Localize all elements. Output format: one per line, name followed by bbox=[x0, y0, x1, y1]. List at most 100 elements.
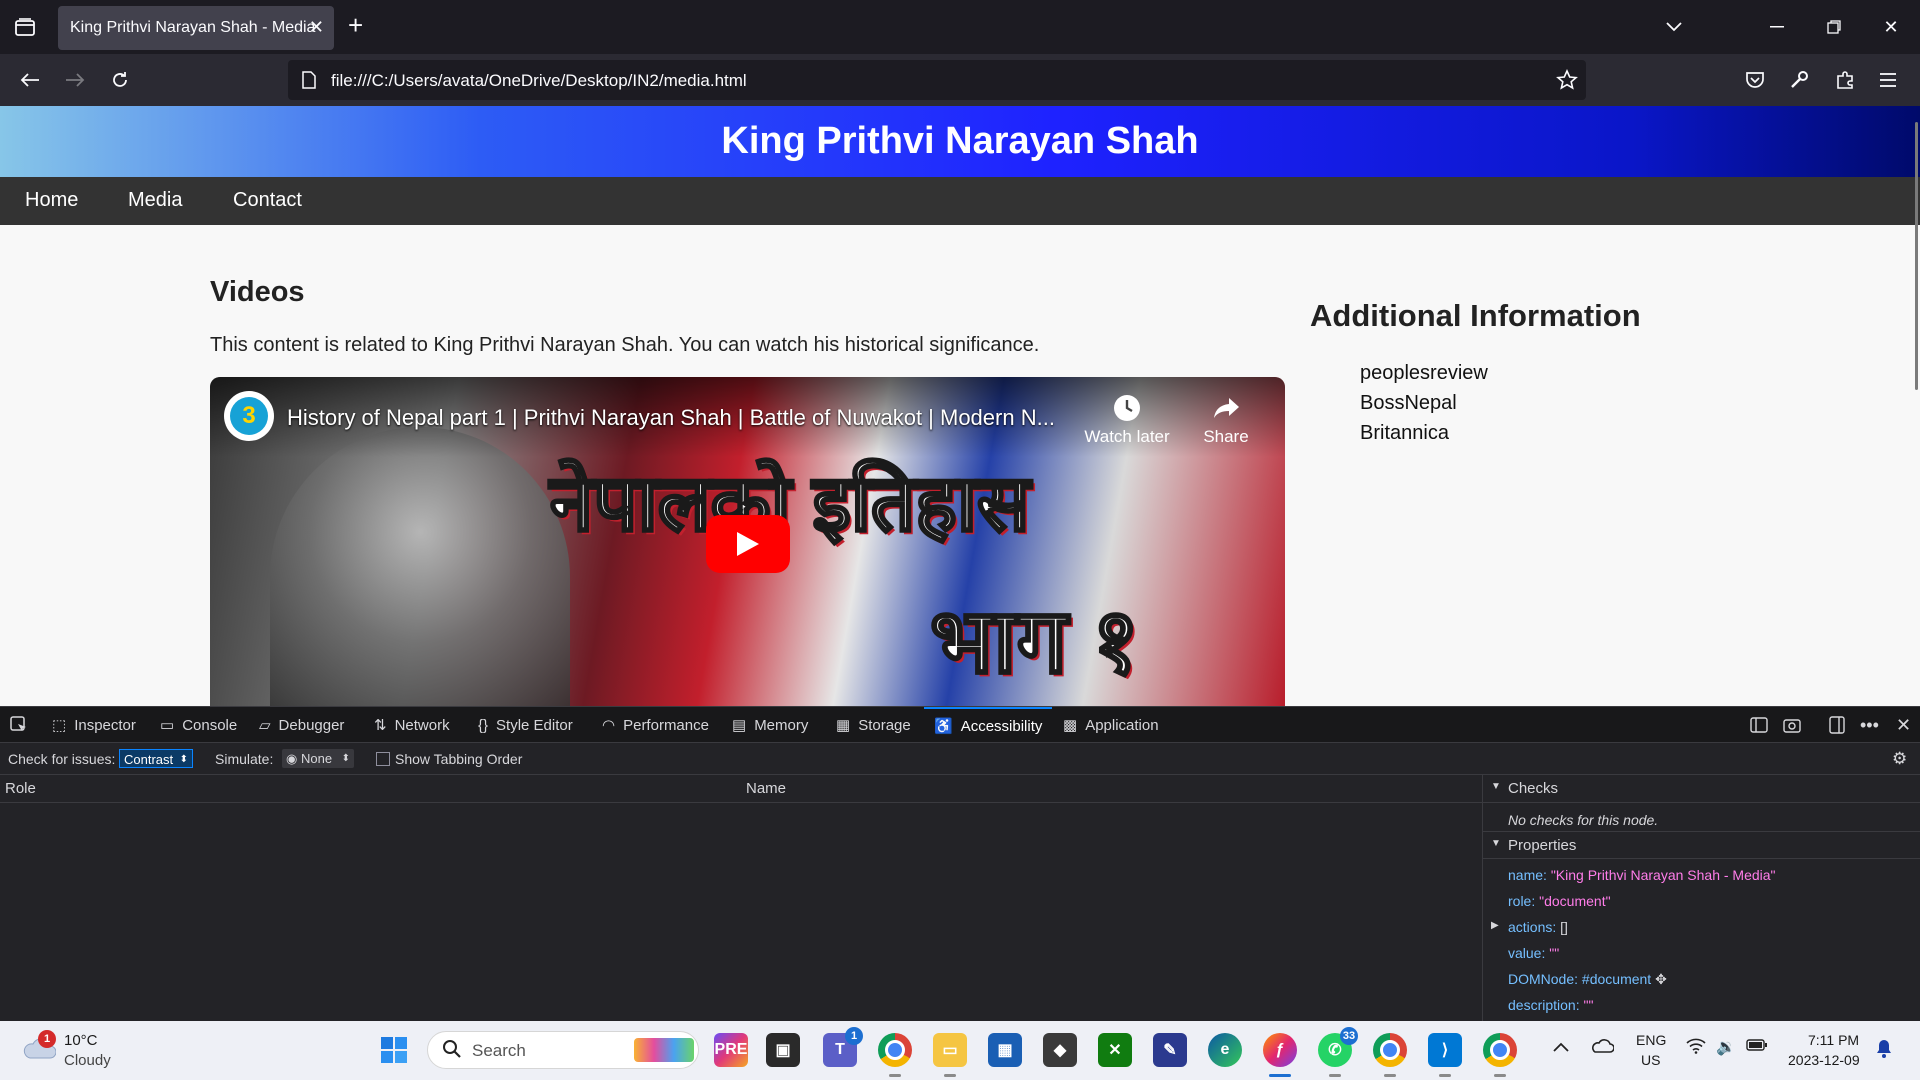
chrome-second-icon[interactable] bbox=[1483, 1033, 1517, 1077]
new-tab-icon[interactable]: + bbox=[348, 12, 363, 38]
clock-date[interactable]: 2023-12-09 bbox=[1788, 1052, 1860, 1068]
tab-console-label: Console bbox=[182, 716, 238, 734]
minimize-icon[interactable] bbox=[1763, 14, 1791, 40]
application-icon: ▩ bbox=[1063, 717, 1078, 734]
close-tab-icon[interactable]: ✕ bbox=[309, 18, 324, 36]
taskbar-search[interactable]: Search bbox=[427, 1031, 699, 1069]
task-view-icon[interactable]: ▣ bbox=[766, 1033, 800, 1067]
pocket-icon[interactable] bbox=[1741, 66, 1769, 94]
reload-icon[interactable] bbox=[106, 66, 134, 94]
check-issues-select[interactable]: Contrast ⬍ bbox=[119, 749, 193, 768]
accessibility-sidebar: ▼ Checks No checks for this node. ▼ Prop… bbox=[1482, 775, 1920, 1021]
microsoft-store-icon[interactable]: ▦ bbox=[988, 1033, 1022, 1067]
windows-start-icon[interactable] bbox=[377, 1033, 411, 1067]
whatsapp-icon[interactable]: ✆ 33 bbox=[1318, 1027, 1358, 1077]
page-scrollbar[interactable] bbox=[1915, 122, 1918, 390]
thumbnail-text-line2: भाग १ bbox=[928, 591, 1140, 694]
search-highlight-image bbox=[634, 1038, 694, 1062]
browser-tab[interactable]: King Prithvi Narayan Shah - Media ✕ bbox=[58, 6, 334, 50]
tabbing-order-checkbox[interactable] bbox=[376, 752, 390, 766]
share-button[interactable]: Share bbox=[1176, 393, 1276, 447]
video-embed[interactable]: नेपालको इतिहास भाग १ 3 History of Nepal … bbox=[210, 377, 1285, 706]
copilot-preview-icon[interactable]: PRE bbox=[714, 1033, 748, 1067]
forward-icon[interactable] bbox=[61, 66, 89, 94]
tab-application[interactable]: ▩ Application bbox=[1063, 707, 1159, 743]
video-title[interactable]: History of Nepal part 1 | Prithvi Naraya… bbox=[287, 405, 1055, 431]
vscode-icon[interactable]: ⟩ bbox=[1428, 1033, 1462, 1077]
tab-style-editor[interactable]: {} Style Editor bbox=[478, 707, 573, 743]
settings-gear-icon[interactable]: ⚙ bbox=[1892, 749, 1907, 769]
tab-storage-label: Storage bbox=[858, 716, 911, 734]
wifi-icon[interactable] bbox=[1686, 1038, 1706, 1059]
element-picker-icon[interactable] bbox=[10, 707, 28, 743]
nav-media-link[interactable]: Media bbox=[128, 189, 182, 212]
back-icon[interactable] bbox=[16, 66, 44, 94]
link-bossnepal[interactable]: BossNepal bbox=[1360, 392, 1457, 415]
tab-storage[interactable]: ▦ Storage bbox=[836, 707, 911, 743]
bookmark-star-icon[interactable] bbox=[1556, 69, 1578, 96]
xbox-icon[interactable]: ✕ bbox=[1098, 1033, 1132, 1067]
close-window-icon[interactable]: ✕ bbox=[1877, 14, 1905, 40]
restore-icon[interactable] bbox=[1820, 14, 1848, 40]
property-row[interactable]: role: "document" bbox=[1508, 893, 1611, 909]
tab-list-icon[interactable] bbox=[10, 12, 40, 42]
nav-home-link[interactable]: Home bbox=[25, 189, 78, 212]
menu-icon[interactable] bbox=[1874, 66, 1902, 94]
weather-widget[interactable]: 1 10°C Cloudy bbox=[20, 1030, 140, 1072]
play-button[interactable] bbox=[706, 515, 790, 573]
link-britannica[interactable]: Britannica bbox=[1360, 422, 1449, 445]
language-bottom[interactable]: US bbox=[1641, 1052, 1660, 1068]
onedrive-cloud-icon[interactable] bbox=[1590, 1037, 1615, 1058]
address-bar[interactable]: file:///C:/Users/avata/OneDrive/Desktop/… bbox=[288, 60, 1586, 100]
extensions-icon[interactable] bbox=[1831, 66, 1859, 94]
accessibility-filter-bar: Check for issues: Contrast ⬍ Simulate: ◉ … bbox=[0, 743, 1920, 775]
properties-section-header[interactable]: ▼ Properties bbox=[1483, 831, 1920, 859]
nav-contact-link[interactable]: Contact bbox=[233, 189, 302, 212]
tabbing-order-label[interactable]: Show Tabbing Order bbox=[395, 751, 522, 767]
tab-network[interactable]: ⇅ Network bbox=[374, 707, 450, 743]
target-node-icon[interactable]: ✥ bbox=[1655, 971, 1667, 987]
tab-memory[interactable]: ▤ Memory bbox=[732, 707, 808, 743]
expand-arrow-icon[interactable]: ▶ bbox=[1491, 920, 1499, 931]
responsive-design-icon[interactable] bbox=[1750, 707, 1768, 743]
tab-debugger[interactable]: ▱ Debugger bbox=[259, 707, 344, 743]
dock-side-icon[interactable] bbox=[1829, 707, 1845, 743]
teams-icon[interactable]: T1 bbox=[823, 1027, 863, 1067]
chrome-profile-icon[interactable] bbox=[1373, 1033, 1407, 1077]
channel-avatar[interactable]: 3 bbox=[224, 391, 274, 441]
checks-section-header[interactable]: ▼ Checks bbox=[1483, 775, 1920, 803]
tab-accessibility[interactable]: ♿ Accessibility bbox=[924, 707, 1052, 743]
show-hidden-icons-chevron-icon[interactable] bbox=[1553, 1039, 1569, 1057]
url-text: file:///C:/Users/avata/OneDrive/Desktop/… bbox=[331, 71, 747, 90]
simulate-select[interactable]: ◉ None ⬍ bbox=[282, 749, 354, 768]
wrench-icon[interactable] bbox=[1785, 66, 1813, 94]
property-row[interactable]: value: "" bbox=[1508, 945, 1559, 961]
property-row[interactable]: DOMNode: #document ✥ bbox=[1508, 971, 1667, 988]
notification-bell-icon[interactable] bbox=[1876, 1039, 1892, 1064]
clock-time[interactable]: 7:11 PM bbox=[1808, 1032, 1859, 1048]
screenshot-icon[interactable] bbox=[1783, 707, 1801, 743]
link-peoplesreview[interactable]: peoplesreview bbox=[1360, 362, 1488, 385]
edge-icon[interactable]: e bbox=[1208, 1033, 1242, 1067]
battery-icon[interactable] bbox=[1746, 1038, 1768, 1057]
property-row[interactable]: description: "" bbox=[1508, 997, 1593, 1013]
watch-later-button[interactable]: Watch later bbox=[1077, 393, 1177, 447]
chevron-down-icon[interactable] bbox=[1660, 14, 1688, 40]
unity-icon[interactable]: ◆ bbox=[1043, 1033, 1077, 1067]
running-indicator bbox=[1329, 1074, 1341, 1077]
pen-app-icon[interactable]: ✎ bbox=[1153, 1033, 1187, 1067]
more-options-icon[interactable]: ••• bbox=[1860, 707, 1879, 743]
tab-inspector[interactable]: ⬚ Inspector bbox=[52, 707, 136, 743]
property-row[interactable]: name: "King Prithvi Narayan Shah - Media… bbox=[1508, 867, 1776, 883]
chrome-icon[interactable] bbox=[878, 1033, 912, 1077]
tab-performance[interactable]: ◠ Performance bbox=[602, 707, 709, 743]
property-row[interactable]: actions: [] bbox=[1508, 919, 1568, 935]
firefox-icon[interactable]: ƒ bbox=[1263, 1033, 1297, 1077]
language-top[interactable]: ENG bbox=[1636, 1032, 1666, 1048]
check-issues-label: Check for issues: bbox=[8, 751, 116, 767]
volume-icon[interactable]: 🔉 bbox=[1716, 1037, 1736, 1057]
simulate-label: Simulate: bbox=[215, 751, 274, 767]
tab-console[interactable]: ▭ Console bbox=[160, 707, 237, 743]
close-devtools-icon[interactable]: ✕ bbox=[1896, 707, 1911, 743]
file-explorer-icon[interactable]: ▭ bbox=[933, 1033, 967, 1077]
